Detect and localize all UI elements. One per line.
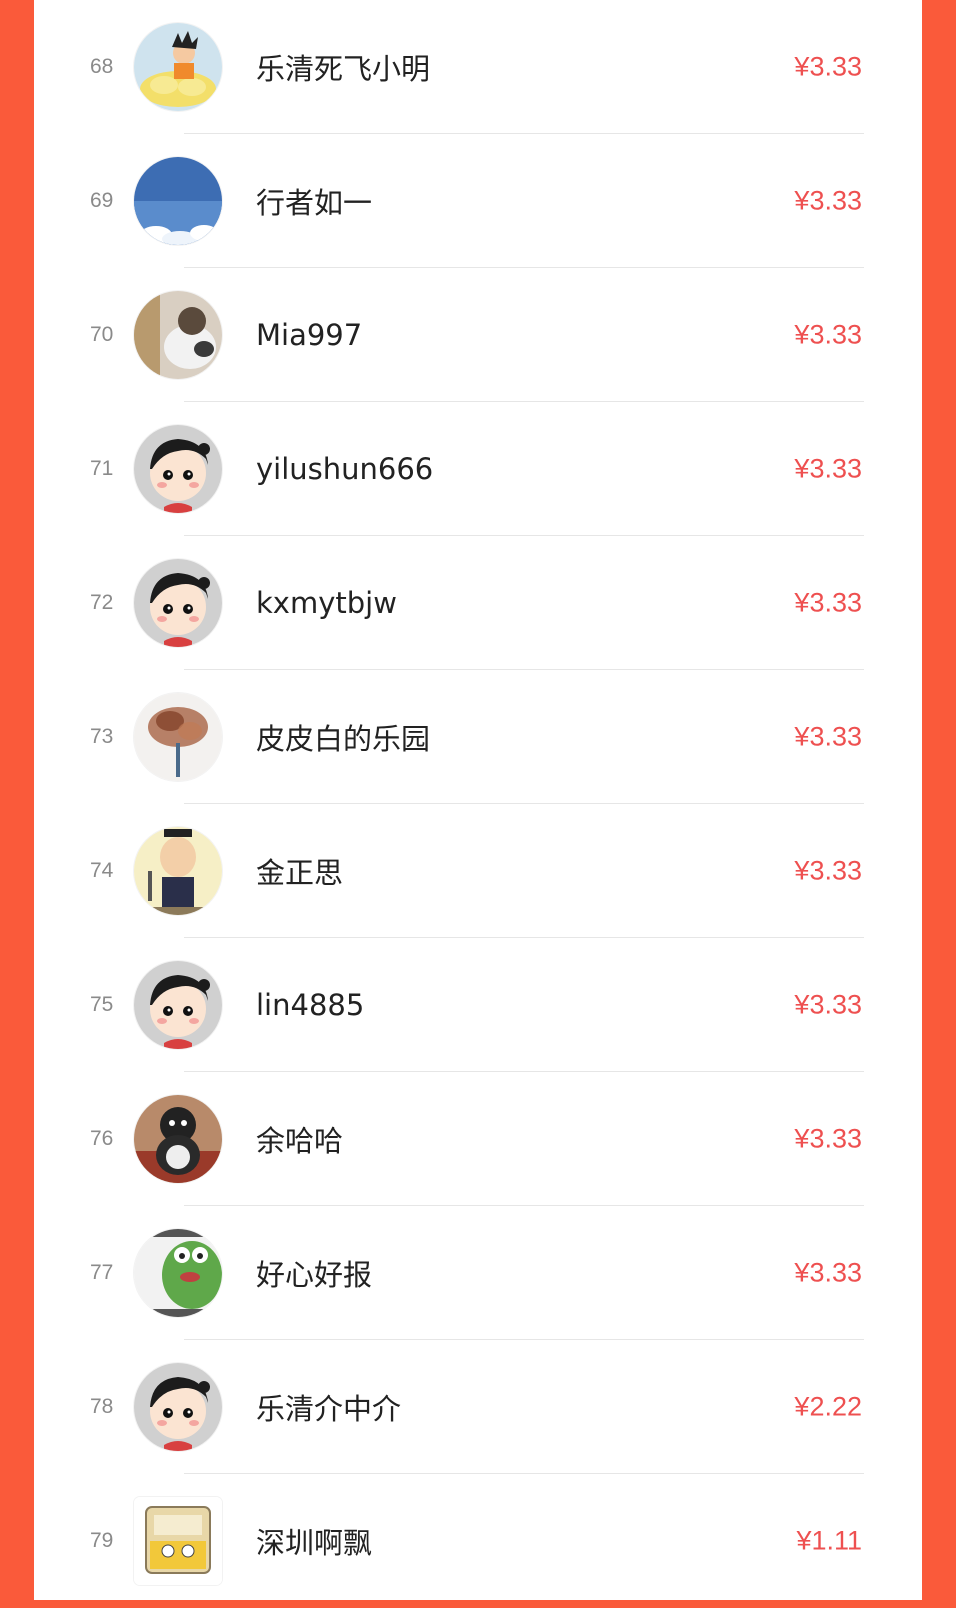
avatar[interactable] <box>134 23 222 111</box>
rank-number: 72 <box>90 591 114 614</box>
user-name: 皮皮白的乐园 <box>256 722 431 756</box>
avatar[interactable] <box>134 157 222 245</box>
avatar[interactable] <box>134 827 222 915</box>
user-name: 金正思 <box>256 856 344 890</box>
blue-sky-avatar <box>134 157 222 245</box>
list-item[interactable]: 79 深圳啊飘 ¥1.11 <box>34 1474 922 1608</box>
default-cartoon-avatar <box>134 559 222 647</box>
rank-number: 79 <box>90 1529 114 1552</box>
list-item[interactable]: 74 金正思 ¥3.33 <box>34 804 922 938</box>
list-item[interactable]: 78 乐清介中介 ¥2.22 <box>34 1340 922 1474</box>
cartoon-bed-avatar <box>134 1497 222 1585</box>
amount: ¥3.33 <box>794 721 862 752</box>
avatar[interactable] <box>134 1229 222 1317</box>
rank-number: 74 <box>90 859 114 882</box>
avatar[interactable] <box>134 693 222 781</box>
rank-number: 78 <box>90 1395 114 1418</box>
user-name: 行者如一 <box>256 186 373 220</box>
avatar[interactable] <box>134 1095 222 1183</box>
amount: ¥3.33 <box>794 989 862 1020</box>
amount: ¥3.33 <box>794 587 862 618</box>
user-name: kxmytbjw <box>256 586 397 620</box>
green-frog-avatar <box>134 1229 222 1317</box>
cartoon-boy-on-cloud-avatar <box>134 23 222 111</box>
rank-number: 68 <box>90 55 114 78</box>
amount: ¥3.33 <box>794 185 862 216</box>
user-name: 深圳啊飘 <box>256 1526 373 1560</box>
default-cartoon-avatar <box>134 961 222 1049</box>
avatar[interactable] <box>134 1363 222 1451</box>
rank-number: 69 <box>90 189 114 212</box>
list-item[interactable]: 75 lin4885 ¥3.33 <box>34 938 922 1072</box>
user-name: lin4885 <box>256 988 365 1022</box>
default-cartoon-avatar <box>134 1363 222 1451</box>
amount: ¥3.33 <box>794 855 862 886</box>
plush-toy-avatar <box>134 1095 222 1183</box>
list-item[interactable]: 68 乐清死飞小明 ¥3.33 <box>34 0 922 134</box>
list-item[interactable]: 69 行者如一 ¥3.33 <box>34 134 922 268</box>
user-name: 余哈哈 <box>256 1124 344 1158</box>
amount: ¥3.33 <box>794 319 862 350</box>
avatar[interactable] <box>134 961 222 1049</box>
rank-number: 76 <box>90 1127 114 1150</box>
rank-number: 75 <box>90 993 114 1016</box>
rank-number: 73 <box>90 725 114 748</box>
user-name: 好心好报 <box>256 1258 373 1292</box>
list-item[interactable]: 72 kxmytbjw ¥3.33 <box>34 536 922 670</box>
amount: ¥3.33 <box>794 453 862 484</box>
contributor-list-panel: 68 乐清死飞小明 ¥3.33 69 行者如一 ¥3.33 70 Mia997 … <box>34 0 922 1600</box>
amount: ¥3.33 <box>794 51 862 82</box>
amount: ¥3.33 <box>794 1257 862 1288</box>
cartoon-man-avatar <box>134 827 222 915</box>
amount: ¥2.22 <box>794 1391 862 1422</box>
rank-number: 77 <box>90 1261 114 1284</box>
user-name: 乐清死飞小明 <box>256 52 431 86</box>
avatar[interactable] <box>134 425 222 513</box>
avatar[interactable] <box>134 291 222 379</box>
rank-number: 70 <box>90 323 114 346</box>
list-item[interactable]: 70 Mia997 ¥3.33 <box>34 268 922 402</box>
dried-flowers-avatar <box>134 693 222 781</box>
user-name: Mia997 <box>256 318 363 352</box>
default-cartoon-avatar <box>134 425 222 513</box>
cat-photo-avatar <box>134 291 222 379</box>
avatar[interactable] <box>134 1497 222 1585</box>
list-item[interactable]: 77 好心好报 ¥3.33 <box>34 1206 922 1340</box>
user-name: yilushun666 <box>256 452 434 486</box>
list-item[interactable]: 71 yilushun666 ¥3.33 <box>34 402 922 536</box>
avatar[interactable] <box>134 559 222 647</box>
amount: ¥3.33 <box>794 1123 862 1154</box>
rank-number: 71 <box>90 457 114 480</box>
list-item[interactable]: 76 余哈哈 ¥3.33 <box>34 1072 922 1206</box>
user-name: 乐清介中介 <box>256 1392 402 1426</box>
amount: ¥1.11 <box>796 1525 862 1556</box>
list-item[interactable]: 73 皮皮白的乐园 ¥3.33 <box>34 670 922 804</box>
